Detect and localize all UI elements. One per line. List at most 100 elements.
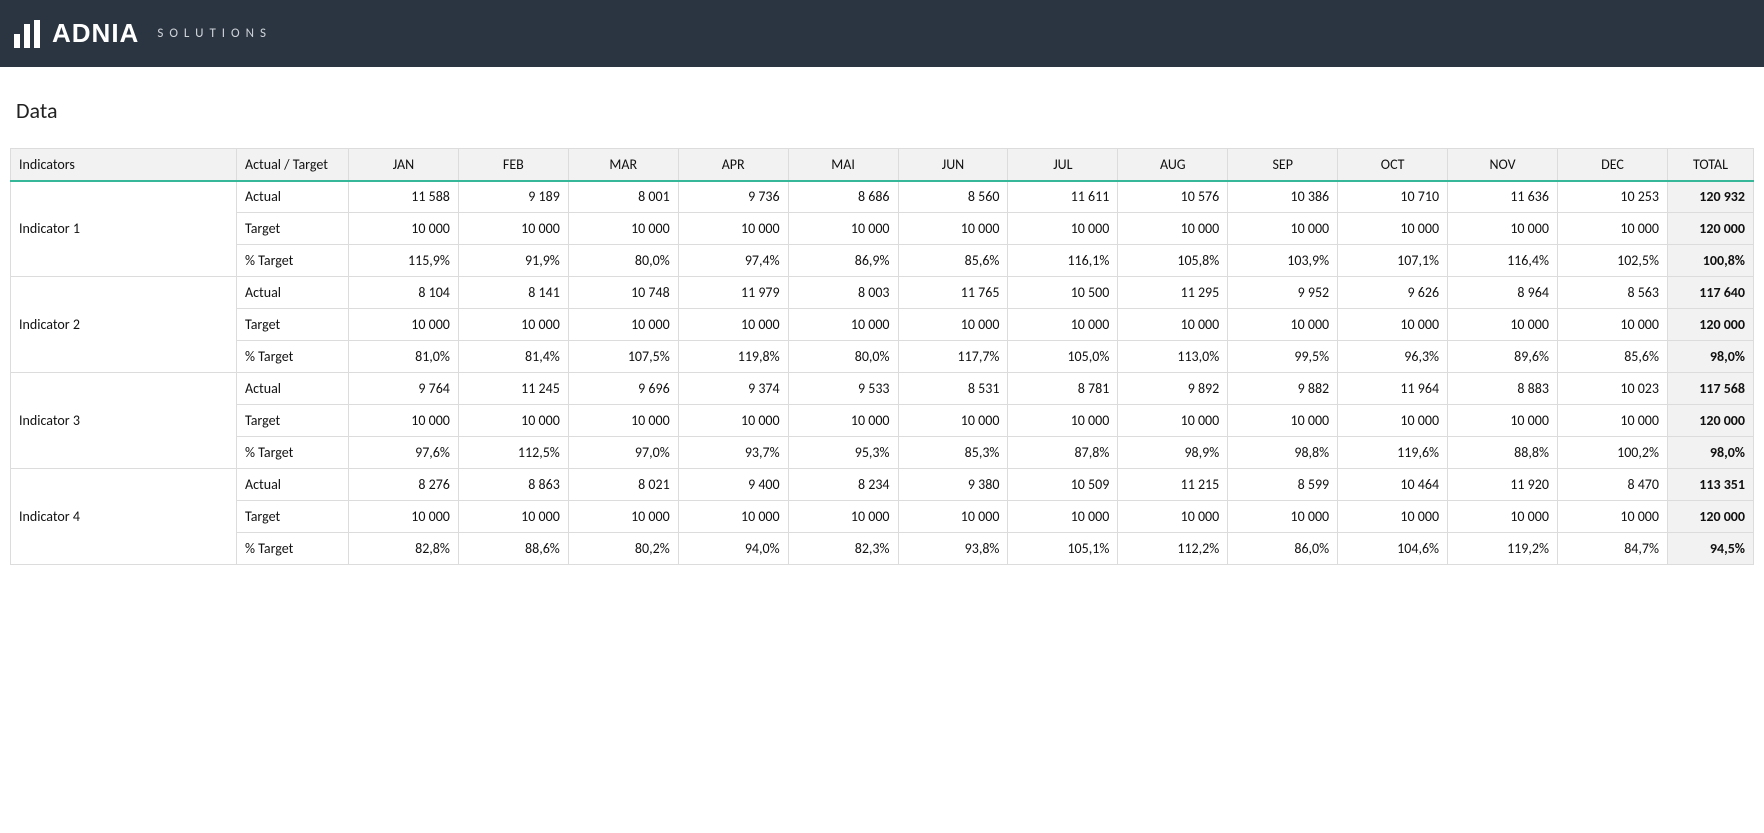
col-month: DEC xyxy=(1557,149,1667,181)
cell-value: 8 781 xyxy=(1008,373,1118,405)
cell-value: 115,9% xyxy=(349,245,459,277)
col-month: JAN xyxy=(349,149,459,181)
cell-value: 10 000 xyxy=(678,309,788,341)
col-month: APR xyxy=(678,149,788,181)
cell-value: 10 000 xyxy=(568,405,678,437)
table-row: Indicator 4Actual8 2768 8638 0219 4008 2… xyxy=(11,469,1754,501)
cell-value: 11 765 xyxy=(898,277,1008,309)
row-type: % Target xyxy=(237,341,349,373)
brand-name: ADNIA xyxy=(52,18,139,49)
row-type: Target xyxy=(237,501,349,533)
cell-value: 105,0% xyxy=(1008,341,1118,373)
cell-value: 88,6% xyxy=(458,533,568,565)
cell-value: 8 470 xyxy=(1557,469,1667,501)
row-type: % Target xyxy=(237,533,349,565)
cell-value: 10 000 xyxy=(1008,405,1118,437)
cell-value: 10 500 xyxy=(1008,277,1118,309)
cell-value: 93,8% xyxy=(898,533,1008,565)
cell-value: 10 000 xyxy=(1118,501,1228,533)
cell-value: 10 000 xyxy=(568,213,678,245)
cell-total: 117 568 xyxy=(1668,373,1754,405)
cell-value: 10 576 xyxy=(1118,181,1228,213)
cell-value: 8 964 xyxy=(1448,277,1558,309)
cell-value: 8 276 xyxy=(349,469,459,501)
cell-value: 10 000 xyxy=(1448,501,1558,533)
col-indicators: Indicators xyxy=(11,149,237,181)
cell-value: 8 560 xyxy=(898,181,1008,213)
cell-value: 10 000 xyxy=(349,501,459,533)
cell-value: 95,3% xyxy=(788,437,898,469)
cell-value: 10 000 xyxy=(788,405,898,437)
cell-value: 9 626 xyxy=(1338,277,1448,309)
cell-value: 8 531 xyxy=(898,373,1008,405)
cell-value: 112,2% xyxy=(1118,533,1228,565)
cell-value: 112,5% xyxy=(458,437,568,469)
row-type: Target xyxy=(237,405,349,437)
indicator-name: Indicator 4 xyxy=(11,469,237,565)
cell-value: 10 464 xyxy=(1338,469,1448,501)
col-month: MAR xyxy=(568,149,678,181)
cell-total: 120 000 xyxy=(1668,501,1754,533)
cell-value: 107,1% xyxy=(1338,245,1448,277)
cell-value: 9 892 xyxy=(1118,373,1228,405)
cell-value: 9 533 xyxy=(788,373,898,405)
cell-value: 10 000 xyxy=(1557,501,1667,533)
cell-value: 10 000 xyxy=(1228,213,1338,245)
cell-value: 91,9% xyxy=(458,245,568,277)
cell-value: 82,8% xyxy=(349,533,459,565)
cell-value: 94,0% xyxy=(678,533,788,565)
cell-value: 10 000 xyxy=(349,309,459,341)
table-row: Target10 00010 00010 00010 00010 00010 0… xyxy=(11,501,1754,533)
cell-value: 10 000 xyxy=(458,213,568,245)
cell-value: 9 952 xyxy=(1228,277,1338,309)
cell-total: 120 000 xyxy=(1668,309,1754,341)
cell-value: 11 215 xyxy=(1118,469,1228,501)
cell-value: 9 736 xyxy=(678,181,788,213)
row-type: Actual xyxy=(237,469,349,501)
table-row: Target10 00010 00010 00010 00010 00010 0… xyxy=(11,405,1754,437)
cell-value: 10 000 xyxy=(1118,213,1228,245)
cell-value: 10 000 xyxy=(1228,309,1338,341)
cell-value: 10 000 xyxy=(349,213,459,245)
cell-value: 10 000 xyxy=(788,501,898,533)
cell-value: 11 979 xyxy=(678,277,788,309)
cell-value: 10 000 xyxy=(1008,309,1118,341)
col-month: JUN xyxy=(898,149,1008,181)
col-month: NOV xyxy=(1448,149,1558,181)
cell-total: 98,0% xyxy=(1668,341,1754,373)
cell-value: 10 000 xyxy=(1338,213,1448,245)
cell-value: 10 000 xyxy=(678,501,788,533)
cell-value: 10 000 xyxy=(568,309,678,341)
cell-value: 97,0% xyxy=(568,437,678,469)
col-month: MAI xyxy=(788,149,898,181)
row-type: Target xyxy=(237,309,349,341)
row-type: % Target xyxy=(237,245,349,277)
col-month: FEB xyxy=(458,149,568,181)
cell-value: 10 000 xyxy=(678,405,788,437)
cell-value: 10 000 xyxy=(898,501,1008,533)
cell-value: 86,0% xyxy=(1228,533,1338,565)
cell-value: 10 000 xyxy=(1338,405,1448,437)
col-month: JUL xyxy=(1008,149,1118,181)
cell-value: 8 883 xyxy=(1448,373,1558,405)
cell-value: 10 748 xyxy=(568,277,678,309)
table-row: % Target115,9%91,9%80,0%97,4%86,9%85,6%1… xyxy=(11,245,1754,277)
table-row: % Target82,8%88,6%80,2%94,0%82,3%93,8%10… xyxy=(11,533,1754,565)
table-row: Indicator 3Actual9 76411 2459 6969 3749 … xyxy=(11,373,1754,405)
cell-value: 119,2% xyxy=(1448,533,1558,565)
row-type: Actual xyxy=(237,277,349,309)
table-row: Indicator 2Actual8 1048 14110 74811 9798… xyxy=(11,277,1754,309)
col-total: TOTAL xyxy=(1668,149,1754,181)
cell-value: 8 563 xyxy=(1557,277,1667,309)
cell-value: 80,2% xyxy=(568,533,678,565)
cell-value: 80,0% xyxy=(788,341,898,373)
cell-value: 10 000 xyxy=(1557,405,1667,437)
cell-value: 10 000 xyxy=(678,213,788,245)
cell-value: 11 245 xyxy=(458,373,568,405)
cell-total: 100,8% xyxy=(1668,245,1754,277)
cell-value: 119,6% xyxy=(1338,437,1448,469)
cell-value: 11 636 xyxy=(1448,181,1558,213)
col-month: AUG xyxy=(1118,149,1228,181)
cell-value: 10 000 xyxy=(1008,501,1118,533)
cell-value: 10 000 xyxy=(1448,213,1558,245)
